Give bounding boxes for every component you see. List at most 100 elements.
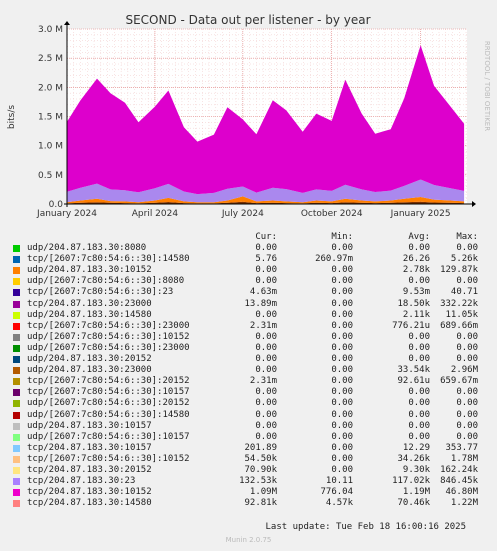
legend-swatch	[13, 300, 20, 308]
legend-min: 0.00	[331, 442, 353, 453]
legend-cur: 0.00	[255, 365, 277, 376]
chart-title: SECOND - Data out per listener - by year	[125, 13, 370, 27]
legend-min: 4.57k	[325, 498, 353, 509]
y-axis-label: bits/s	[7, 105, 17, 129]
x-tick-label: January 2024	[36, 209, 97, 219]
legend-swatch	[13, 333, 20, 341]
legend-label: udp/[2607:7c80:54:6::30]:20152	[27, 398, 190, 409]
munin-version: Munin 2.0.75	[225, 536, 272, 544]
x-axis-arrow	[472, 201, 476, 207]
legend-label: udp/[2607:7c80:54:6::30]:8080	[27, 276, 185, 287]
legend-min: 0.00	[331, 376, 353, 387]
legend-swatch	[13, 466, 20, 474]
x-tick-label: April 2024	[132, 209, 179, 219]
legend-swatch	[13, 322, 20, 330]
legend-min: 0.00	[331, 387, 353, 398]
legend-swatch	[13, 389, 20, 397]
legend-row: tcp/[2607:7c80:54:6::30]:23 4.63m 0.00 9.53…	[0, 287, 497, 298]
legend-swatch	[13, 444, 20, 452]
legend-swatch	[13, 422, 20, 430]
legend-row: udp/204.87.183.30:20152 0.00 0.00 0.00 0.00	[0, 354, 497, 365]
legend-min: 0.00	[331, 243, 353, 254]
legend-swatch	[13, 267, 20, 275]
legend-cur: 0.00	[255, 398, 277, 409]
legend-cur: 92.81k	[244, 498, 277, 509]
legend-label: tcp/204.87.183.30:23	[27, 476, 136, 487]
legend-cur: 0.00	[255, 331, 277, 342]
legend-max: 0.00	[456, 387, 478, 398]
legend-swatch	[13, 500, 20, 508]
legend-label: tcp/204.87.183.30:23000	[27, 298, 152, 309]
legend-label: udp/[2607:7c80:54:6::30]:23000	[27, 342, 190, 353]
legend-header: Cur: Min: Avg: Max:	[0, 232, 497, 243]
legend-row: tcp/[2607:7c80:54:6::30]:10152 54.50k 0.00…	[0, 454, 497, 465]
y-tick-label: 2.0 M	[38, 83, 63, 93]
legend-max: 0.00	[456, 354, 478, 365]
legend-min: 0.00	[331, 453, 353, 464]
legend-label: udp/204.87.183.30:10152	[27, 265, 152, 276]
legend-max: 5.26k	[450, 254, 478, 265]
legend-cur: 54.50k	[244, 453, 277, 464]
legend-cur: 0.00	[255, 243, 277, 254]
legend-swatch	[13, 433, 20, 441]
legend-max: 2.96M	[450, 365, 478, 376]
legend-max: 129.87k	[440, 265, 478, 276]
y-tick-label: 2.5 M	[38, 54, 63, 64]
y-tick-label: 3.0 M	[38, 25, 63, 35]
legend-min: 0.00	[331, 354, 353, 365]
legend-min: 0.00	[331, 331, 353, 342]
y-tick-label: 1.0 M	[38, 142, 63, 152]
legend-cur: 13.89m	[244, 298, 277, 309]
legend-swatch	[13, 378, 20, 386]
legend-row: udp/204.87.183.30:10157 0.00 0.00 0.00 0.00	[0, 421, 497, 432]
legend-min: 0.00	[331, 409, 353, 420]
legend-min: 0.00	[331, 276, 353, 287]
legend-rows: udp/204.87.183.30:8080 0.00 0.00 0.00 0.00 tc…	[0, 243, 497, 509]
legend-max: 162.24k	[440, 464, 478, 475]
legend-cur: 5.76	[255, 254, 277, 265]
legend-label: udp/204.87.183.30:8080	[27, 243, 147, 254]
y-tick-label: 0.5 M	[38, 171, 63, 181]
legend-min: 0.00	[331, 464, 353, 475]
legend-cur: 0.00	[255, 420, 277, 431]
legend-row: udp/[2607:7c80:54:6::30]:23000 0.00 0.00 0.…	[0, 343, 497, 354]
legend-row: tcp/[2607:7c80:54:6::30]:10157 0.00 0.00 0.…	[0, 387, 497, 398]
legend-label: udp/204.87.183.30:23000	[27, 365, 152, 376]
legend-min: 0.00	[331, 431, 353, 442]
legend-row: tcp/[2607:7c80:54:6::30]:14580 5.76 260.97…	[0, 254, 497, 265]
legend-cur: 0.00	[255, 409, 277, 420]
legend-max: 1.22M	[450, 498, 478, 509]
legend-label: udp/204.87.183.30:10157	[27, 420, 152, 431]
legend-row: tcp/204.87.183.30:20152 70.90k 0.00 9.30k 16…	[0, 465, 497, 476]
legend-swatch	[13, 278, 20, 286]
legend-cur: 2.31m	[249, 376, 277, 387]
y-axis-arrow	[64, 21, 70, 25]
legend-max: 1.78M	[450, 453, 478, 464]
legend-cur: 0.00	[255, 276, 277, 287]
legend-row: udp/[2607:7c80:54:6::30]:20152 0.00 0.00 0.…	[0, 398, 497, 409]
legend-label: tcp/204.87.183.30:14580	[27, 498, 152, 509]
legend-min: 0.00	[331, 342, 353, 353]
legend-label: udp/[2607:7c80:54:6::30]:10157	[27, 431, 190, 442]
legend-min: 776.04	[320, 487, 353, 498]
x-axis-ticks: January 2024 April 2024 July 2024 October 2…	[36, 209, 451, 219]
legend-swatch	[13, 245, 20, 253]
legend-max: 689.66m	[440, 320, 478, 331]
legend-row: udp/204.87.183.30:23000 0.00 0.00 33.54k 2.9…	[0, 365, 497, 376]
legend-swatch	[13, 478, 20, 486]
legend-row: udp/[2607:7c80:54:6::30]:10152 0.00 0.00 0.…	[0, 332, 497, 343]
legend-label: tcp/[2607:7c80:54:6::30]:14580	[27, 254, 190, 265]
legend-max: 0.00	[456, 398, 478, 409]
legend-swatch	[13, 344, 20, 352]
legend-row: tcp/204.87.183.30:23000 13.89m 0.00 18.50k 3…	[0, 299, 497, 310]
legend-cur: 0.00	[255, 387, 277, 398]
legend-header-min: Min:	[331, 232, 353, 242]
legend-label: udp/[2607:7c80:54:6::30]:14580	[27, 409, 190, 420]
rrdtool-watermark: RRDTOOL / TOBI OETIKER	[483, 41, 491, 131]
graph-container: SECOND - Data out per listener - by year…	[0, 0, 497, 551]
legend-label: tcp/204.87.183.30:20152	[27, 464, 152, 475]
legend-max: 353.77	[445, 442, 478, 453]
legend-min: 0.00	[331, 365, 353, 376]
legend-max: 0.00	[456, 409, 478, 420]
legend-max: 846.45k	[440, 476, 478, 487]
